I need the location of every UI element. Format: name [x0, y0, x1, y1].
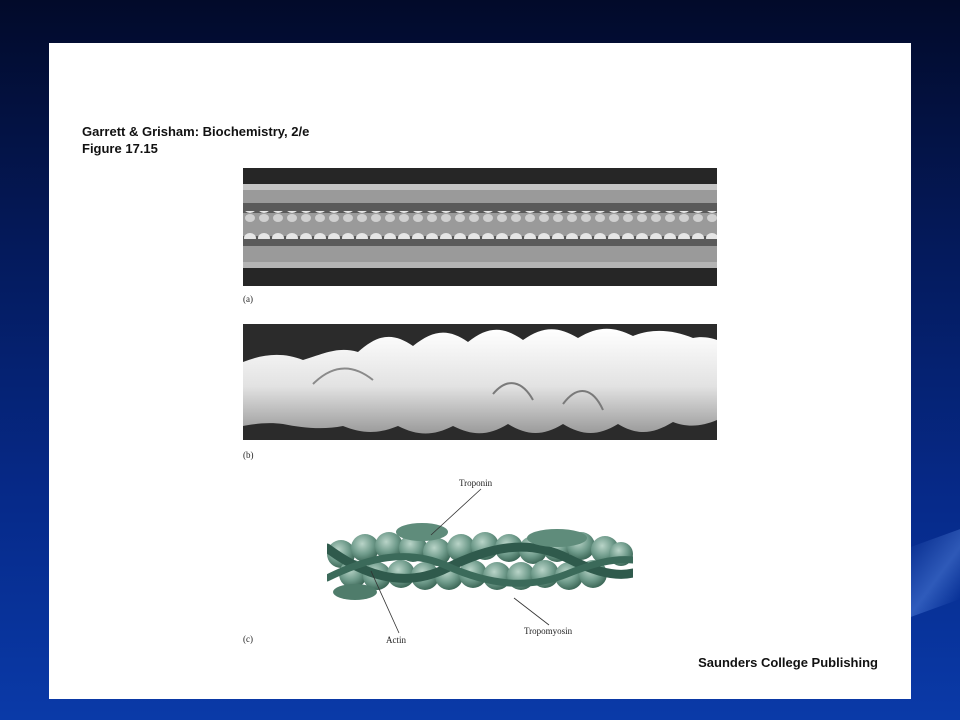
caption-c: (c): [243, 634, 253, 644]
actin-label: Actin: [386, 635, 406, 645]
label-leader-lines: [370, 488, 550, 634]
tropomyosin-label: Tropomyosin: [524, 626, 573, 636]
publisher-credit: Saunders College Publishing: [698, 655, 878, 670]
troponin-label: Troponin: [459, 478, 493, 488]
slide-content: Garrett & Grisham: Biochemistry, 2/e Fig…: [49, 43, 911, 699]
